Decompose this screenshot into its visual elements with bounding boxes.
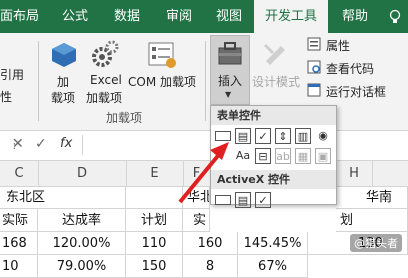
data-cell[interactable]: 150 (126, 255, 183, 278)
data-cell[interactable]: 8 (183, 255, 238, 278)
red-pointer-arrow (178, 142, 229, 204)
data-cell[interactable]: 67% (238, 255, 308, 278)
watermark: @猎头者 (350, 234, 402, 252)
data-cell[interactable]: 10 (0, 255, 38, 278)
data-cell[interactable]: 79.00% (38, 255, 126, 278)
